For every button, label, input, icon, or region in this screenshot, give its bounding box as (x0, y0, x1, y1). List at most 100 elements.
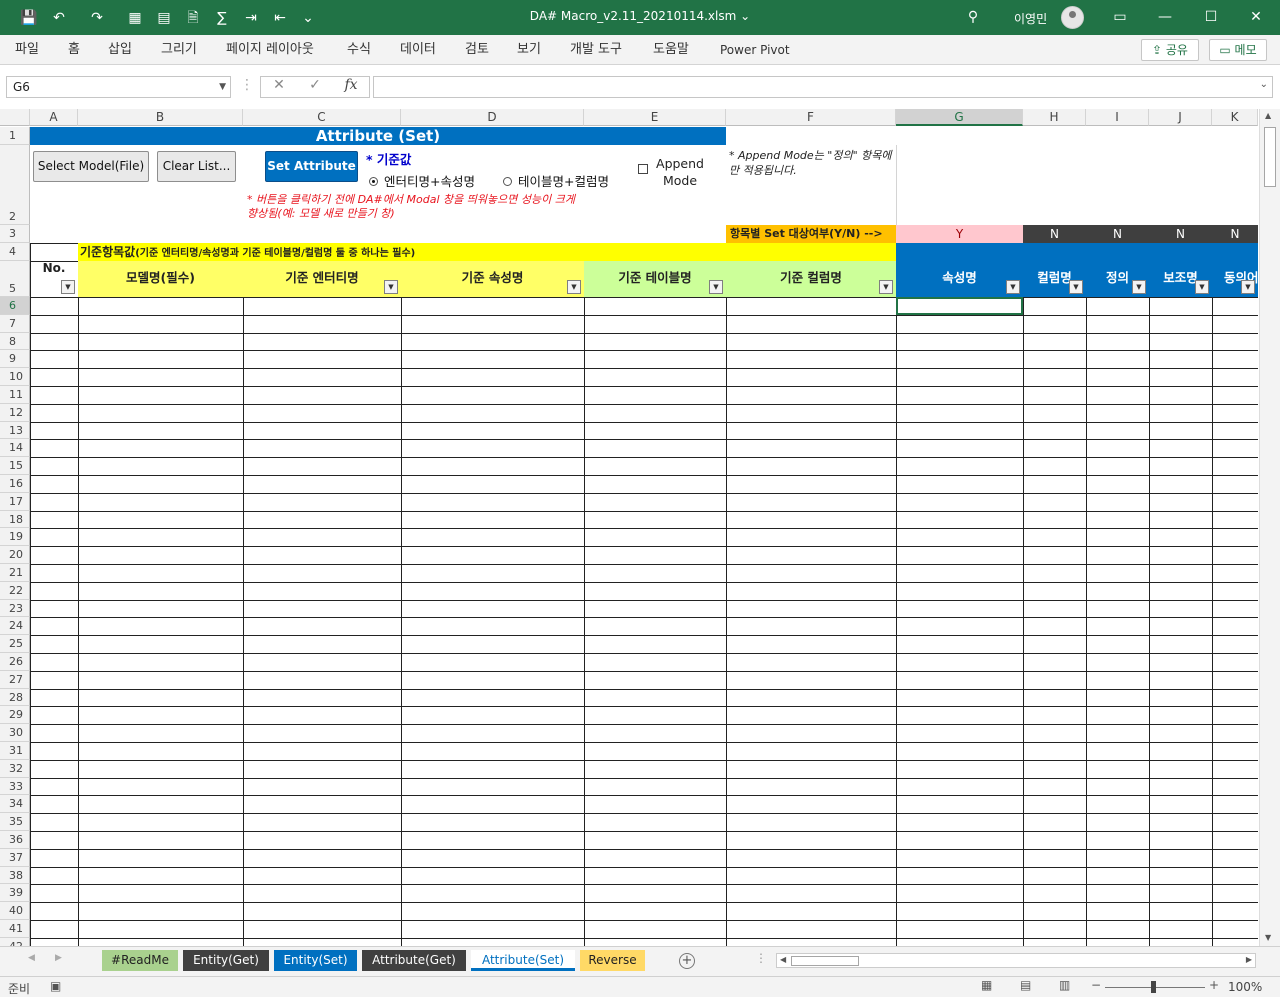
scroll-left-icon[interactable]: ◀ (780, 955, 786, 964)
memo-button[interactable]: ▭ 메모 (1209, 39, 1267, 61)
filter-dropdown-icon[interactable]: ▼ (1241, 280, 1255, 294)
row-header[interactable]: 33 (0, 777, 30, 796)
set-attribute-button[interactable]: Set Attribute (265, 151, 358, 182)
row-header[interactable]: 1 (0, 127, 30, 145)
header-attribute-name[interactable]: 속성명 (896, 261, 1023, 297)
filter-dropdown-icon[interactable]: ▼ (567, 280, 581, 294)
set-flag-alias[interactable]: N (1149, 225, 1212, 243)
row-header[interactable]: 12 (0, 403, 30, 422)
tab-view[interactable]: 보기 (517, 41, 541, 59)
col-header-c[interactable]: C (243, 109, 401, 126)
zoom-level[interactable]: 100% (1228, 980, 1262, 994)
row-header[interactable]: 40 (0, 902, 30, 920)
form-icon[interactable]: ▤ (153, 8, 175, 28)
tab-draw[interactable]: 그리기 (161, 41, 197, 59)
tab-formulas[interactable]: 수식 (347, 41, 371, 59)
col-header-b[interactable]: B (78, 109, 243, 126)
set-flag-definition[interactable]: N (1086, 225, 1149, 243)
tab-page-layout[interactable]: 페이지 레이아웃 (226, 41, 314, 59)
row-header[interactable]: 13 (0, 421, 30, 440)
tab-power-pivot[interactable]: Power Pivot (720, 41, 790, 59)
filter-dropdown-icon[interactable]: ▼ (879, 280, 893, 294)
function-icon[interactable]: fx (341, 77, 361, 93)
sum-icon[interactable]: ∑ (211, 8, 233, 28)
select-model-button[interactable]: Select Model(File) (33, 151, 149, 182)
redo-icon[interactable]: ↷ (86, 8, 108, 28)
page-break-view-icon[interactable]: ▥ (1059, 978, 1070, 992)
row-header[interactable]: 23 (0, 599, 30, 618)
indent-icon[interactable]: ⇥ (240, 8, 262, 28)
zoom-slider-handle[interactable] (1151, 981, 1156, 993)
row-header[interactable]: 9 (0, 350, 30, 369)
row-header[interactable]: 25 (0, 635, 30, 653)
tab-review[interactable]: 검토 (465, 41, 489, 59)
vertical-scroll-thumb[interactable] (1264, 127, 1276, 187)
radio-selected-icon[interactable] (369, 177, 378, 186)
prev-sheet-icon[interactable]: ◀ (28, 953, 35, 963)
customize-icon[interactable]: ⌄ (297, 8, 319, 28)
row-header[interactable]: 27 (0, 670, 30, 689)
set-flag-attribute[interactable]: Y (896, 225, 1023, 243)
cell-area[interactable]: Attribute (Set) Select Model(File) Clear… (30, 127, 1258, 946)
row-header[interactable]: 29 (0, 706, 30, 725)
scroll-down-icon[interactable]: ▼ (1265, 933, 1271, 942)
col-header-f[interactable]: F (726, 109, 896, 126)
scroll-right-icon[interactable]: ▶ (1246, 955, 1252, 964)
col-header-i[interactable]: I (1086, 109, 1149, 126)
row-header[interactable]: 10 (0, 368, 30, 386)
tab-data[interactable]: 데이터 (400, 41, 436, 59)
row-header[interactable]: 36 (0, 831, 30, 849)
horizontal-scroll-thumb[interactable] (791, 956, 859, 966)
maximize-icon[interactable]: ☐ (1196, 6, 1226, 28)
filter-dropdown-icon[interactable]: ▼ (709, 280, 723, 294)
header-model-name[interactable]: 모델명(필수) (78, 261, 243, 297)
row-header[interactable]: 24 (0, 617, 30, 636)
col-header-g[interactable]: G (896, 109, 1023, 126)
outdent-icon[interactable]: ⇤ (269, 8, 291, 28)
horizontal-scrollbar[interactable]: ◀ ▶ (776, 953, 1256, 968)
col-header-k[interactable]: K (1212, 109, 1258, 126)
avatar[interactable] (1061, 6, 1084, 29)
row-header[interactable]: 18 (0, 510, 30, 529)
tab-insert[interactable]: 삽입 (108, 41, 132, 59)
minimize-icon[interactable]: — (1150, 6, 1180, 28)
row-header[interactable]: 38 (0, 866, 30, 885)
sheet-tab-attribute-set[interactable]: Attribute(Set) (471, 950, 575, 971)
filter-dropdown-icon[interactable]: ▼ (384, 280, 398, 294)
macro-record-icon[interactable]: ▣ (50, 979, 61, 993)
row-header[interactable]: 26 (0, 653, 30, 671)
row-header[interactable]: 7 (0, 314, 30, 333)
save-icon[interactable]: 💾 (18, 8, 40, 28)
col-header-h[interactable]: H (1023, 109, 1086, 126)
col-header-e[interactable]: E (584, 109, 726, 126)
row-header[interactable]: 19 (0, 528, 30, 547)
row-header[interactable]: 21 (0, 564, 30, 582)
header-base-column[interactable]: 기준 컬럼명 (726, 261, 896, 297)
filter-dropdown-icon[interactable]: ▼ (1006, 280, 1020, 294)
append-mode-checkbox[interactable] (638, 164, 648, 174)
filter-dropdown-icon[interactable]: ▼ (1069, 280, 1083, 294)
scroll-up-icon[interactable]: ▲ (1265, 111, 1271, 120)
next-sheet-icon[interactable]: ▶ (55, 953, 62, 963)
document-icon[interactable]: 🗎 (182, 8, 204, 28)
cancel-icon[interactable]: ✕ (269, 77, 289, 93)
col-header-a[interactable]: A (30, 109, 78, 126)
row-header[interactable]: 14 (0, 439, 30, 458)
row-header[interactable]: 37 (0, 848, 30, 867)
col-header-j[interactable]: J (1149, 109, 1212, 126)
row-header[interactable]: 41 (0, 920, 30, 938)
row-header[interactable]: 20 (0, 546, 30, 564)
undo-icon[interactable]: ↶ (48, 8, 70, 28)
zoom-out-icon[interactable]: − (1091, 978, 1101, 992)
ribbon-display-icon[interactable]: ▭ (1105, 6, 1135, 28)
row-header[interactable]: 6 (0, 297, 30, 315)
normal-view-icon[interactable]: ▦ (981, 978, 992, 992)
row-header[interactable]: 11 (0, 386, 30, 404)
page-layout-view-icon[interactable]: ▤ (1020, 978, 1031, 992)
row-header[interactable]: 22 (0, 581, 30, 600)
row-header[interactable]: 39 (0, 884, 30, 903)
share-button[interactable]: ⇪ 공유 (1141, 39, 1199, 61)
sheet-tab-entity-set[interactable]: Entity(Set) (274, 950, 357, 971)
radio-unselected-icon[interactable] (503, 177, 512, 186)
row-header[interactable]: 15 (0, 457, 30, 475)
